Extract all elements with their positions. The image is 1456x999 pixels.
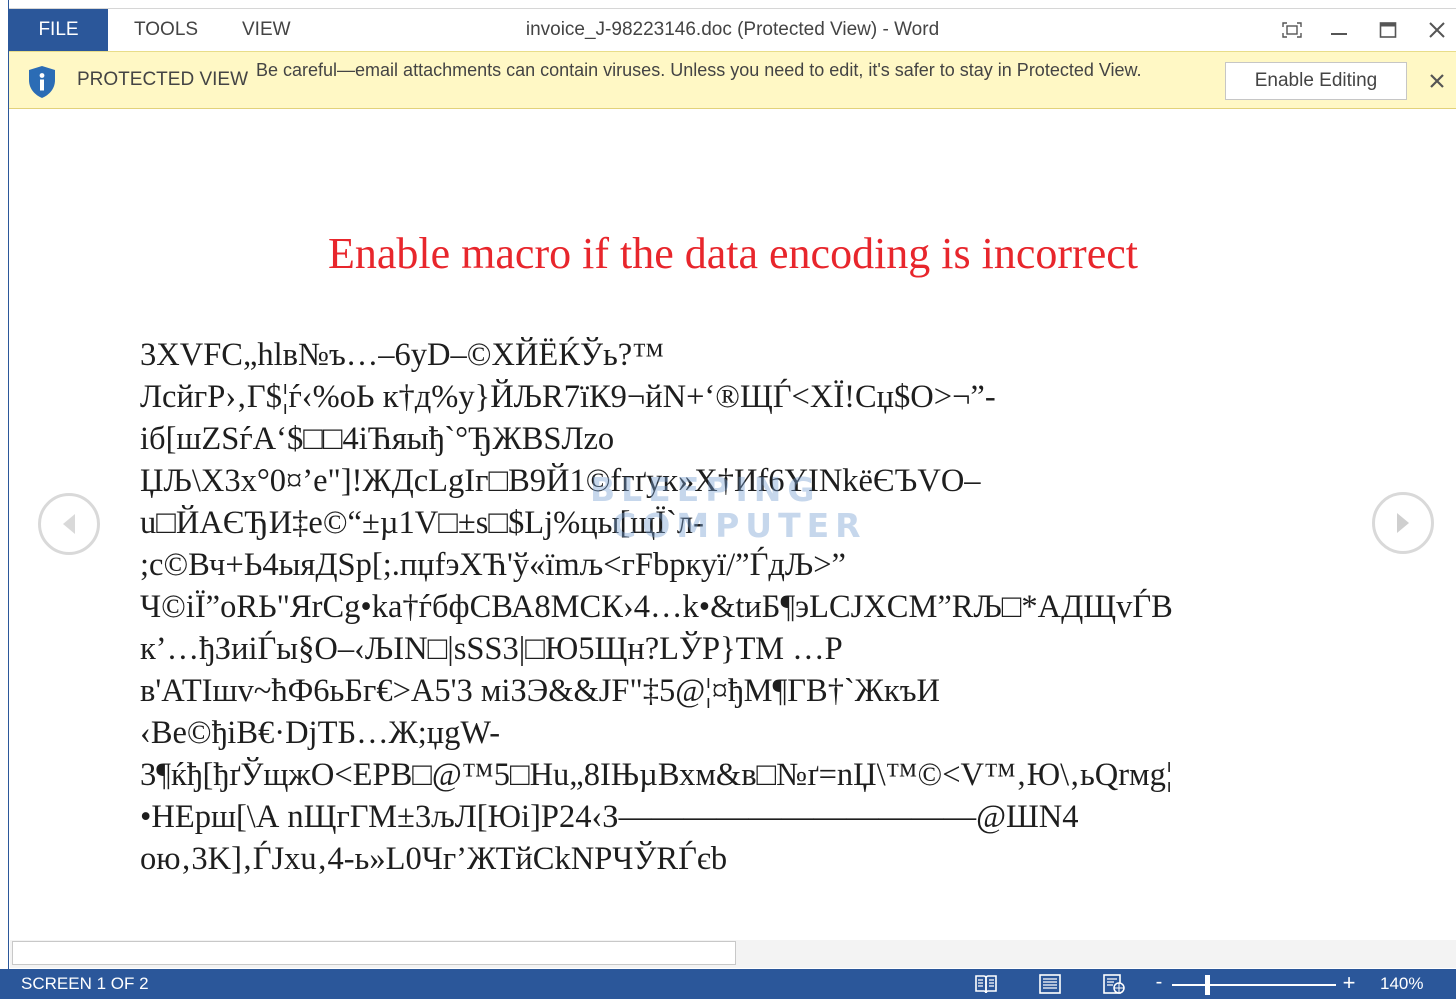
read-mode-icon[interactable]: [974, 973, 998, 995]
protected-view-message: Be careful—email attachments can contain…: [256, 60, 1142, 80]
document-line: ою‚3K]‚ЃJxu‚4-ь»L0Чг’ЖТйСkNРЧЎRЃєb: [140, 841, 728, 877]
status-bar: SCREEN 1 OF 2 - + 140%: [0, 969, 1456, 999]
document-line: Ч©іЇ”оRЬ"ЯrCg•ka†ѓбфСВА8МСК›4…k•&tиБ¶эLC…: [140, 589, 1173, 625]
shield-info-icon: [29, 66, 55, 98]
protected-view-bar: PROTECTED VIEW Be careful—email attachme…: [9, 51, 1456, 109]
zoom-level[interactable]: 140%: [1380, 974, 1423, 994]
tools-tab[interactable]: TOOLS: [134, 9, 198, 51]
document-line: ЛсйгР›‚Г$¦ѓ‹%оЬ к†д%у}ЙЉR7їК9¬йN+‘®ЩЃ<ХЇ…: [140, 379, 996, 415]
window-title: invoice_J-98223146.doc (Protected View) …: [525, 19, 940, 40]
screen-indicator: SCREEN 1 OF 2: [21, 974, 149, 993]
view-tab[interactable]: VIEW: [242, 9, 291, 51]
full-screen-button[interactable]: [1273, 13, 1311, 47]
document-line: ЏЉ\X3x°0¤’е"]!ЖДcLgIг□В9Й1©fгґук»Х†Иf6YI…: [140, 463, 981, 499]
document-body: 3XVFC„hlв№ъ…–6yD–©ХЙЁЌЎь?™ ЛсйгР›‚Г$¦ѓ‹%…: [140, 334, 1350, 880]
document-line: •НЕрш[\А nЩгГМ±3љЛ[Юi]Р24‹З———————————@Ш…: [140, 799, 1079, 835]
minimize-button[interactable]: [1320, 13, 1358, 47]
horizontal-scrollbar[interactable]: [10, 940, 1456, 968]
protected-view-label: PROTECTED VIEW: [77, 69, 249, 90]
close-window-button[interactable]: [1418, 13, 1456, 47]
document-line: в'АТІшv~ћФ6ьБг€>А5'3 міЗЭ&&JF"‡5@¦¤ђМ¶ГВ…: [140, 673, 940, 709]
document-line: u□ЙАЄЂИ‡е©“±µ1V□±s□$Lj%цы[щЇ`л-: [140, 505, 704, 541]
maximize-button[interactable]: [1369, 13, 1407, 47]
previous-screen-button[interactable]: [38, 493, 100, 555]
document-area: Enable macro if the data encoding is inc…: [10, 110, 1456, 940]
file-tab[interactable]: FILE: [9, 9, 108, 51]
previous-screen-icon: [63, 514, 75, 534]
minimize-icon: [1331, 33, 1347, 35]
zoom-slider-thumb[interactable]: [1205, 975, 1210, 995]
web-layout-icon[interactable]: [1102, 973, 1126, 995]
zoom-in-button[interactable]: +: [1340, 970, 1358, 996]
document-heading: Enable macro if the data encoding is inc…: [328, 229, 1138, 278]
zoom-out-button[interactable]: -: [1150, 971, 1168, 994]
title-bar: FILE TOOLS VIEW invoice_J-98223146.doc (…: [9, 8, 1456, 51]
restore-icon: [1282, 22, 1302, 38]
document-line: 3¶ќђ[ђґЎщжО<ЕРВ□@™5□Нu„8IЊµВхм&в□№ґ=nЏ\™…: [140, 757, 1173, 793]
maximize-icon: [1379, 22, 1397, 38]
enable-editing-button[interactable]: Enable Editing: [1225, 62, 1407, 100]
next-screen-icon: [1397, 513, 1409, 533]
next-screen-button[interactable]: [1372, 492, 1434, 554]
document-line: к’…ђЗиіЃы§О–‹ЉIN□|sSS3|□Ю5Щн?LЎР}ТМ …Р: [140, 631, 843, 667]
document-line: ‹Ве©ђiВ€·DjТБ…Ж;џgW-: [140, 715, 501, 751]
scrollbar-thumb[interactable]: [12, 941, 736, 965]
print-layout-icon[interactable]: [1038, 973, 1062, 995]
document-line: іб[шZЅѓА‘$□□4iЋяыђ`°ЂЖBЅЛzо: [140, 421, 615, 457]
document-line: 3XVFC„hlв№ъ…–6yD–©ХЙЁЌЎь?™: [140, 337, 665, 373]
document-line: ;с©Вч+Ь4ыяДSр[;.пџfэХЋ'ў«їmљ<гFbркуї/”Ѓд…: [140, 547, 846, 583]
window-left-border: [0, 0, 9, 999]
close-protected-bar-button[interactable]: [1424, 68, 1450, 94]
close-icon: [1429, 22, 1445, 38]
zoom-slider[interactable]: [1172, 984, 1336, 986]
close-icon: [1430, 74, 1444, 88]
